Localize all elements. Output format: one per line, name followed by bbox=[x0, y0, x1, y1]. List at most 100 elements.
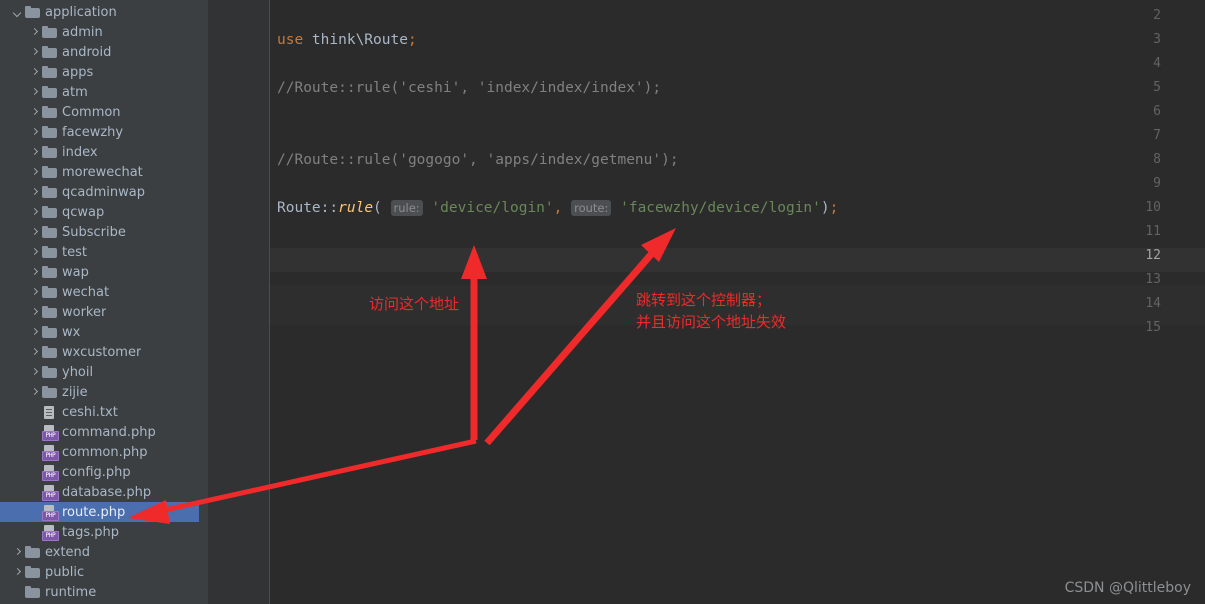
folder-icon bbox=[42, 226, 57, 238]
tree-item-zijie[interactable]: zijie bbox=[0, 382, 208, 402]
tree-item-label: Subscribe bbox=[62, 224, 126, 240]
code-token: 'device/login' bbox=[431, 200, 554, 216]
chevron-right-icon[interactable] bbox=[29, 87, 40, 98]
tree-item-wap[interactable]: wap bbox=[0, 262, 208, 282]
tree-item-apps[interactable]: apps bbox=[0, 62, 208, 82]
chevron-right-icon[interactable] bbox=[12, 547, 23, 558]
chevron-right-icon[interactable] bbox=[29, 307, 40, 318]
line-number: 6 bbox=[1153, 104, 1161, 119]
tree-item-atm[interactable]: atm bbox=[0, 82, 208, 102]
tree-item-label: public bbox=[45, 564, 85, 580]
folder-icon bbox=[25, 566, 40, 578]
tree-item-application[interactable]: application bbox=[0, 2, 208, 22]
tree-item-command-php[interactable]: PHP command.php bbox=[0, 422, 208, 442]
tree-item-ceshi-txt[interactable]: ceshi.txt bbox=[0, 402, 208, 422]
tree-item-subscribe[interactable]: Subscribe bbox=[0, 222, 208, 242]
chevron-right-icon[interactable] bbox=[29, 127, 40, 138]
tree-item-qcwap[interactable]: qcwap bbox=[0, 202, 208, 222]
tree-item-route-php[interactable]: PHP route.php bbox=[0, 502, 208, 522]
tree-item-common-php[interactable]: PHP common.php bbox=[0, 442, 208, 462]
chevron-right-icon[interactable] bbox=[29, 47, 40, 58]
tree-item-admin[interactable]: admin bbox=[0, 22, 208, 42]
php-file-icon: PHP bbox=[42, 525, 59, 541]
tree-item-label: ceshi.txt bbox=[62, 404, 118, 420]
code-token: rule bbox=[338, 200, 374, 216]
annotation-right-label-line2: 并且访问这个地址失效 bbox=[636, 313, 787, 331]
tree-item-label: facewzhy bbox=[62, 124, 124, 140]
sidebar-scrollbar-track[interactable] bbox=[199, 0, 208, 604]
chevron-right-icon[interactable] bbox=[29, 227, 40, 238]
tree-item-label: application bbox=[45, 4, 117, 20]
folder-icon bbox=[42, 146, 57, 158]
line-number: 5 bbox=[1153, 80, 1161, 95]
tree-item-facewzhy[interactable]: facewzhy bbox=[0, 122, 208, 142]
line-number: 8 bbox=[1153, 152, 1161, 167]
folder-icon bbox=[25, 6, 40, 18]
tree-item-database-php[interactable]: PHP database.php bbox=[0, 482, 208, 502]
chevron-right-icon[interactable] bbox=[29, 167, 40, 178]
code-token: ( bbox=[373, 200, 382, 216]
chevron-right-icon[interactable] bbox=[29, 207, 40, 218]
code-line-3[interactable]: use think\Route; bbox=[277, 30, 417, 50]
tree-item-qcadminwap[interactable]: qcadminwap bbox=[0, 182, 208, 202]
tree-item-morewechat[interactable]: morewechat bbox=[0, 162, 208, 182]
line-number-gutter bbox=[208, 0, 269, 604]
chevron-right-icon[interactable] bbox=[29, 387, 40, 398]
chevron-placeholder bbox=[29, 407, 40, 418]
tree-item-extend[interactable]: extend bbox=[0, 542, 208, 562]
folder-icon bbox=[42, 46, 57, 58]
caret-line-highlight bbox=[269, 248, 1205, 272]
tree-item-yhoil[interactable]: yhoil bbox=[0, 362, 208, 382]
tree-item-common[interactable]: Common bbox=[0, 102, 208, 122]
code-line-5[interactable]: //Route::rule('ceshi', 'index/index/inde… bbox=[277, 78, 661, 98]
tree-item-worker[interactable]: worker bbox=[0, 302, 208, 322]
text-file-icon bbox=[42, 406, 57, 419]
tree-item-wx[interactable]: wx bbox=[0, 322, 208, 342]
tree-item-tags-php[interactable]: PHP tags.php bbox=[0, 522, 208, 542]
php-file-icon: PHP bbox=[42, 485, 59, 501]
chevron-right-icon[interactable] bbox=[29, 327, 40, 338]
tree-item-label: extend bbox=[45, 544, 91, 560]
php-badge: PHP bbox=[42, 511, 59, 521]
tree-item-label: zijie bbox=[62, 384, 88, 400]
tree-item-wechat[interactable]: wechat bbox=[0, 282, 208, 302]
folder-icon bbox=[42, 346, 57, 358]
code-token: //Route::rule('ceshi', 'index/index/inde… bbox=[277, 80, 662, 96]
chevron-right-icon[interactable] bbox=[29, 27, 40, 38]
tree-item-wxcustomer[interactable]: wxcustomer bbox=[0, 342, 208, 362]
tree-item-public[interactable]: public bbox=[0, 562, 208, 582]
annotation-right-label-line1: 跳转到这个控制器； bbox=[636, 291, 772, 309]
tree-item-label: apps bbox=[62, 64, 94, 80]
chevron-right-icon[interactable] bbox=[29, 247, 40, 258]
tree-item-config-php[interactable]: PHP config.php bbox=[0, 462, 208, 482]
chevron-right-icon[interactable] bbox=[29, 67, 40, 78]
editor-band-upper bbox=[269, 272, 1205, 285]
tree-item-android[interactable]: android bbox=[0, 42, 208, 62]
chevron-right-icon[interactable] bbox=[29, 347, 40, 358]
code-line-10[interactable]: Route::rule( rule: 'device/login', route… bbox=[277, 198, 838, 218]
chevron-right-icon[interactable] bbox=[29, 267, 40, 278]
chevron-right-icon[interactable] bbox=[29, 147, 40, 158]
tree-item-index[interactable]: index bbox=[0, 142, 208, 162]
chevron-right-icon[interactable] bbox=[12, 567, 23, 578]
line-number: 14 bbox=[1145, 296, 1161, 311]
project-tree-panel[interactable]: application admin android apps atm Common face… bbox=[0, 0, 208, 604]
chevron-right-icon[interactable] bbox=[29, 187, 40, 198]
chevron-right-icon[interactable] bbox=[29, 287, 40, 298]
folder-icon bbox=[42, 246, 57, 258]
chevron-right-icon[interactable] bbox=[29, 107, 40, 118]
chevron-right-icon[interactable] bbox=[29, 367, 40, 378]
tree-item-test[interactable]: test bbox=[0, 242, 208, 262]
tree-item-runtime[interactable]: runtime bbox=[0, 582, 208, 602]
parameter-hint: route: bbox=[571, 200, 612, 216]
code-token: :: bbox=[320, 200, 339, 216]
chevron-placeholder bbox=[29, 487, 40, 498]
code-token: ; bbox=[829, 200, 839, 216]
line-number: 10 bbox=[1145, 200, 1161, 215]
chevron-placeholder bbox=[29, 527, 40, 538]
code-token: think\Route bbox=[311, 32, 408, 48]
code-line-8[interactable]: //Route::rule('gogogo', 'apps/index/getm… bbox=[277, 150, 679, 170]
folder-icon bbox=[42, 286, 57, 298]
line-number: 13 bbox=[1145, 272, 1161, 287]
chevron-down-icon[interactable] bbox=[12, 7, 23, 18]
